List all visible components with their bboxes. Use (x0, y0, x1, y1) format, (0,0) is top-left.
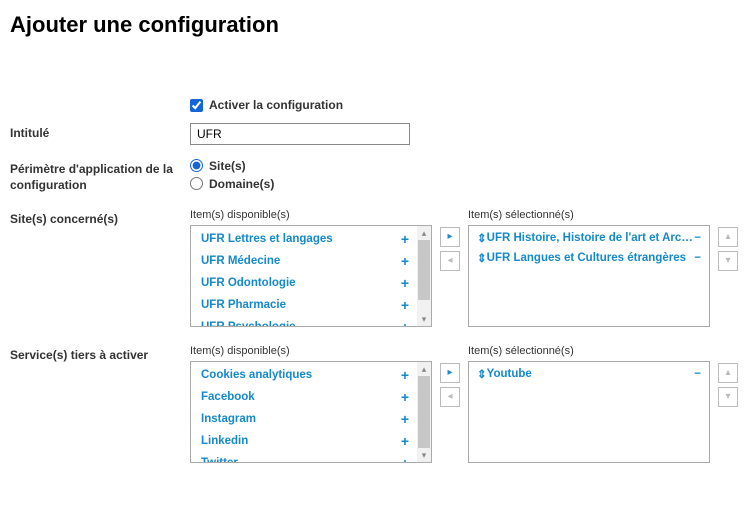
minus-icon[interactable]: − (694, 232, 701, 244)
list-item[interactable]: UFR Médecine+ (191, 250, 417, 272)
radio-site-wrap[interactable]: Site(s) (190, 159, 740, 173)
scrollbar[interactable]: ▴ ▾ (417, 226, 431, 326)
radio-site-label: Site(s) (209, 159, 246, 173)
list-item[interactable]: UFR Odontologie+ (191, 272, 417, 294)
sites-label: Site(s) concerné(s) (10, 209, 190, 228)
plus-icon[interactable]: + (395, 319, 409, 326)
move-down-button[interactable]: ▾ (718, 387, 738, 407)
sites-selected-header: Item(s) sélectionné(s) (468, 209, 710, 221)
activate-label: Activer la configuration (209, 98, 343, 112)
services-available-header: Item(s) disponible(s) (190, 345, 432, 357)
plus-icon[interactable]: + (395, 433, 409, 449)
scroll-down-icon[interactable]: ▾ (417, 448, 431, 462)
radio-domain-wrap[interactable]: Domaine(s) (190, 177, 740, 191)
move-left-button[interactable]: ◂ (440, 387, 460, 407)
scope-label: Périmètre d'application de la configurat… (10, 159, 190, 195)
list-item[interactable]: ⇕UFR Histoire, Histoire de l'art et Arch… (469, 228, 709, 248)
drag-icon[interactable]: ⇕ (477, 367, 487, 381)
scrollbar[interactable]: ▴ ▾ (417, 362, 431, 462)
list-item[interactable]: Facebook+ (191, 386, 417, 408)
plus-icon[interactable]: + (395, 231, 409, 247)
list-item[interactable]: UFR Psychologie+ (191, 316, 417, 326)
intitule-input[interactable] (190, 123, 410, 145)
services-selected-header: Item(s) sélectionné(s) (468, 345, 710, 357)
radio-site[interactable] (190, 159, 203, 172)
scroll-thumb[interactable] (418, 376, 430, 450)
plus-icon[interactable]: + (395, 275, 409, 291)
plus-icon[interactable]: + (395, 367, 409, 383)
minus-icon[interactable]: − (694, 368, 701, 380)
move-up-button[interactable]: ▴ (718, 227, 738, 247)
list-item[interactable]: Cookies analytiques+ (191, 364, 417, 386)
move-up-button[interactable]: ▴ (718, 363, 738, 383)
plus-icon[interactable]: + (395, 297, 409, 313)
move-right-button[interactable]: ▸ (440, 363, 460, 383)
list-item[interactable]: Twitter+ (191, 452, 417, 462)
sites-available-box: UFR Lettres et langages+ UFR Médecine+ U… (190, 225, 432, 327)
move-right-button[interactable]: ▸ (440, 227, 460, 247)
services-selected-box: ⇕Youtube− (468, 361, 710, 463)
move-down-button[interactable]: ▾ (718, 251, 738, 271)
list-item[interactable]: UFR Pharmacie+ (191, 294, 417, 316)
list-item[interactable]: ⇕UFR Langues et Cultures étrangères− (469, 248, 709, 268)
scroll-up-icon[interactable]: ▴ (417, 226, 431, 240)
activate-checkbox-wrap[interactable]: Activer la configuration (190, 98, 343, 112)
sites-selected-box: ⇕UFR Histoire, Histoire de l'art et Arch… (468, 225, 710, 327)
radio-domain[interactable] (190, 177, 203, 190)
list-item[interactable]: UFR Lettres et langages+ (191, 228, 417, 250)
plus-icon[interactable]: + (395, 253, 409, 269)
minus-icon[interactable]: − (694, 252, 701, 264)
radio-domain-label: Domaine(s) (209, 177, 274, 191)
list-item[interactable]: Instagram+ (191, 408, 417, 430)
page-title: Ajouter une configuration (10, 12, 740, 38)
scroll-down-icon[interactable]: ▾ (417, 312, 431, 326)
list-item[interactable]: ⇕Youtube− (469, 364, 709, 384)
services-available-box: Cookies analytiques+ Facebook+ Instagram… (190, 361, 432, 463)
list-item[interactable]: Linkedin+ (191, 430, 417, 452)
plus-icon[interactable]: + (395, 389, 409, 405)
drag-icon[interactable]: ⇕ (477, 231, 487, 245)
move-left-button[interactable]: ◂ (440, 251, 460, 271)
plus-icon[interactable]: + (395, 411, 409, 427)
intitule-label: Intitulé (10, 123, 190, 142)
services-label: Service(s) tiers à activer (10, 345, 190, 364)
activate-checkbox[interactable] (190, 99, 203, 112)
scroll-thumb[interactable] (418, 240, 430, 300)
plus-icon[interactable]: + (395, 455, 409, 462)
drag-icon[interactable]: ⇕ (477, 251, 487, 265)
sites-available-header: Item(s) disponible(s) (190, 209, 432, 221)
scroll-up-icon[interactable]: ▴ (417, 362, 431, 376)
